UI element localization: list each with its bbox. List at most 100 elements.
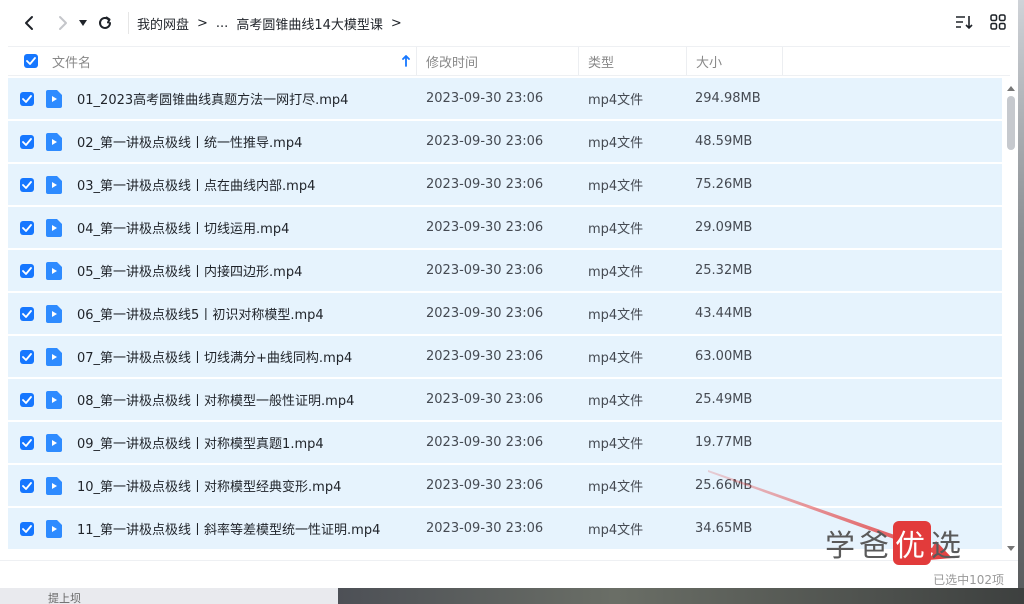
file-row[interactable]: 09_第一讲极点极线丨对称模型真题1.mp4 2023-09-30 23:06 mp… <box>8 422 1002 463</box>
desktop-background: 提上坝 <box>0 588 1024 604</box>
file-size: 34.65MB <box>695 521 753 536</box>
file-modified: 2023-09-30 23:06 <box>426 91 544 106</box>
file-size: 43.44MB <box>695 306 753 321</box>
file-size: 25.32MB <box>695 263 753 278</box>
file-size: 63.00MB <box>695 349 753 364</box>
row-checkbox[interactable] <box>20 336 34 377</box>
file-modified: 2023-09-30 23:06 <box>426 177 544 192</box>
file-type: mp4文件 <box>588 523 644 538</box>
sort-button[interactable] <box>954 12 974 32</box>
toolbar-divider <box>128 12 129 34</box>
file-name[interactable]: 01_2023高考圆锥曲线真题方法一网打尽.mp4 <box>77 78 348 119</box>
file-row[interactable]: 05_第一讲极点极线丨内接四边形.mp4 2023-09-30 23:06 mp4文… <box>8 250 1002 291</box>
header-modified[interactable]: 修改时间 <box>426 47 478 75</box>
row-checkbox[interactable] <box>20 293 34 334</box>
file-name[interactable]: 04_第一讲极点极线丨切线运用.mp4 <box>77 207 289 248</box>
scroll-up-icon[interactable] <box>1006 84 1016 92</box>
checkbox-checked-icon <box>20 392 34 407</box>
scrollbar-thumb[interactable] <box>1007 96 1015 150</box>
row-checkbox[interactable] <box>20 121 34 162</box>
file-size: 29.09MB <box>695 220 753 235</box>
checkbox-checked-icon <box>20 134 34 149</box>
video-file-icon <box>46 508 62 549</box>
video-file-icon <box>46 379 62 420</box>
file-modified: 2023-09-30 23:06 <box>426 521 544 536</box>
forward-button[interactable] <box>50 10 76 36</box>
breadcrumb: 我的网盘 > ... 高考圆锥曲线14大模型课 > <box>137 14 410 33</box>
grid-view-button[interactable] <box>988 12 1008 32</box>
checkbox-checked-icon <box>24 54 38 68</box>
caret-down-icon <box>79 20 87 26</box>
chevron-left-icon <box>25 16 33 30</box>
breadcrumb-current[interactable]: 高考圆锥曲线14大模型课 <box>236 14 383 33</box>
file-row[interactable]: 02_第一讲极点极线丨统一性推导.mp4 2023-09-30 23:06 mp4文… <box>8 121 1002 162</box>
file-name[interactable]: 03_第一讲极点极线丨点在曲线内部.mp4 <box>77 164 315 205</box>
file-name[interactable]: 02_第一讲极点极线丨统一性推导.mp4 <box>77 121 302 162</box>
file-name[interactable]: 07_第一讲极点极线丨切线满分+曲线同构.mp4 <box>77 336 352 377</box>
file-name[interactable]: 10_第一讲极点极线丨对称模型经典变形.mp4 <box>77 465 341 506</box>
file-row[interactable]: 04_第一讲极点极线丨切线运用.mp4 2023-09-30 23:06 mp4文件… <box>8 207 1002 248</box>
file-type: mp4文件 <box>588 179 644 194</box>
file-modified: 2023-09-30 23:06 <box>426 478 544 493</box>
header-type[interactable]: 类型 <box>588 47 614 75</box>
column-divider <box>578 47 579 75</box>
row-checkbox[interactable] <box>20 207 34 248</box>
refresh-button[interactable] <box>92 10 118 36</box>
row-checkbox[interactable] <box>20 508 34 549</box>
file-row[interactable]: 01_2023高考圆锥曲线真题方法一网打尽.mp4 2023-09-30 23:0… <box>8 78 1002 119</box>
file-name[interactable]: 08_第一讲极点极线丨对称模型一般性证明.mp4 <box>77 379 354 420</box>
header-size[interactable]: 大小 <box>696 47 722 75</box>
file-type: mp4文件 <box>588 394 644 409</box>
file-size: 48.59MB <box>695 134 753 149</box>
watermark-text: 选 <box>931 529 965 564</box>
file-row[interactable]: 08_第一讲极点极线丨对称模型一般性证明.mp4 2023-09-30 23:06… <box>8 379 1002 420</box>
row-checkbox[interactable] <box>20 422 34 463</box>
select-all-checkbox[interactable] <box>24 47 38 75</box>
refresh-icon <box>99 16 111 29</box>
back-button[interactable] <box>16 10 42 36</box>
checkbox-checked-icon <box>20 521 34 536</box>
column-divider <box>782 47 783 75</box>
file-size: 19.77MB <box>695 435 753 450</box>
watermark-text: 学爸 <box>825 529 893 564</box>
file-row[interactable]: 06_第一讲极点极线5丨初识对称模型.mp4 2023-09-30 23:06 mp… <box>8 293 1002 334</box>
sort-icon <box>956 16 973 30</box>
file-name[interactable]: 09_第一讲极点极线丨对称模型真题1.mp4 <box>77 422 324 463</box>
video-file-icon <box>46 422 62 463</box>
breadcrumb-separator-icon: > <box>390 15 402 31</box>
header-name[interactable]: 文件名 <box>52 47 91 75</box>
scroll-down-icon[interactable] <box>1006 544 1016 552</box>
row-checkbox[interactable] <box>20 379 34 420</box>
sort-ascending-icon[interactable] <box>402 47 410 75</box>
column-divider <box>416 47 417 75</box>
file-name[interactable]: 11_第一讲极点极线丨斜率等差模型统一性证明.mp4 <box>77 508 380 549</box>
checkbox-checked-icon <box>20 435 34 450</box>
row-checkbox[interactable] <box>20 465 34 506</box>
breadcrumb-root[interactable]: 我的网盘 <box>137 14 189 33</box>
video-file-icon <box>46 78 62 119</box>
file-type: mp4文件 <box>588 93 644 108</box>
column-divider <box>686 47 687 75</box>
file-name[interactable]: 06_第一讲极点极线5丨初识对称模型.mp4 <box>77 293 324 334</box>
row-checkbox[interactable] <box>20 78 34 119</box>
row-checkbox[interactable] <box>20 164 34 205</box>
file-modified: 2023-09-30 23:06 <box>426 134 544 149</box>
breadcrumb-ellipsis[interactable]: ... <box>216 16 228 31</box>
file-row[interactable]: 03_第一讲极点极线丨点在曲线内部.mp4 2023-09-30 23:06 mp4… <box>8 164 1002 205</box>
vertical-scrollbar[interactable] <box>1004 80 1018 558</box>
video-file-icon <box>46 465 62 506</box>
file-modified: 2023-09-30 23:06 <box>426 263 544 278</box>
file-row[interactable]: 10_第一讲极点极线丨对称模型经典变形.mp4 2023-09-30 23:06 m… <box>8 465 1002 506</box>
history-dropdown-button[interactable] <box>76 10 90 36</box>
checkbox-checked-icon <box>20 220 34 235</box>
breadcrumb-separator-icon: > <box>197 15 208 31</box>
file-type: mp4文件 <box>588 351 644 366</box>
checkbox-checked-icon <box>20 478 34 493</box>
file-type: mp4文件 <box>588 265 644 280</box>
row-checkbox[interactable] <box>20 250 34 291</box>
checkbox-checked-icon <box>20 177 34 192</box>
file-row[interactable]: 07_第一讲极点极线丨切线满分+曲线同构.mp4 2023-09-30 23:06… <box>8 336 1002 377</box>
video-file-icon <box>46 207 62 248</box>
file-name[interactable]: 05_第一讲极点极线丨内接四边形.mp4 <box>77 250 302 291</box>
file-type: mp4文件 <box>588 308 644 323</box>
